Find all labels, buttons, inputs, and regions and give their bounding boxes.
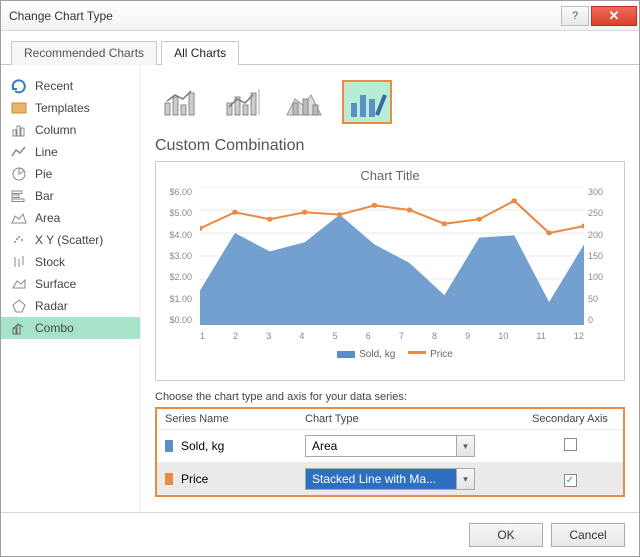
close-button[interactable]: ✕ xyxy=(591,6,637,26)
chart-type-dropdown-sold[interactable]: Area ▾ xyxy=(305,435,475,457)
legend-label: Sold, kg xyxy=(359,349,395,360)
sidebar-item-label: Area xyxy=(35,211,60,225)
area-chart-icon xyxy=(11,210,27,226)
help-icon: ? xyxy=(572,10,578,22)
subtype-stacked-area-column[interactable] xyxy=(281,81,329,123)
recent-icon xyxy=(11,78,27,94)
sidebar-item-radar[interactable]: Radar xyxy=(1,295,140,317)
combo-subtype-icon xyxy=(347,85,387,119)
series-row-sold[interactable]: Sold, kg Area ▾ xyxy=(157,429,623,462)
radar-chart-icon xyxy=(11,298,27,314)
chart-area: $6.00$5.00$4.00$3.00$2.00$1.00$0.00 3002… xyxy=(166,187,614,345)
ok-button[interactable]: OK xyxy=(469,523,543,547)
tab-all-charts[interactable]: All Charts xyxy=(161,41,239,65)
subtype-clustered-column-line[interactable] xyxy=(157,81,205,123)
dialog-body: Recent Templates Column Line Pie Bar Are… xyxy=(1,65,639,512)
combo-subtype-row xyxy=(155,75,625,137)
sidebar-item-label: Pie xyxy=(35,167,52,181)
templates-icon xyxy=(11,100,27,116)
sidebar-item-label: Column xyxy=(35,123,76,137)
sidebar-item-label: Combo xyxy=(35,321,74,335)
sidebar-item-label: Radar xyxy=(35,299,68,313)
bar-chart-icon xyxy=(11,188,27,204)
sidebar-item-label: Line xyxy=(35,145,58,159)
dropdown-value: Stacked Line with Ma... xyxy=(312,472,436,486)
right-y-axis: 300250200150100500 xyxy=(584,187,614,325)
sidebar-item-label: Surface xyxy=(35,277,76,291)
change-chart-type-dialog: { "window": { "title": "Change Chart Typ… xyxy=(0,0,640,557)
chart-legend: Sold, kg Price xyxy=(166,345,614,360)
legend-label: Price xyxy=(430,349,453,360)
x-axis: 123456789101112 xyxy=(200,331,584,341)
sidebar-item-area[interactable]: Area xyxy=(1,207,140,229)
window-title: Change Chart Type xyxy=(9,9,559,23)
sidebar-item-label: Recent xyxy=(35,79,73,93)
left-y-axis: $6.00$5.00$4.00$3.00$2.00$1.00$0.00 xyxy=(166,187,196,325)
sidebar-item-label: Bar xyxy=(35,189,54,203)
series-grid: Series Name Chart Type Secondary Axis So… xyxy=(155,407,625,497)
main-panel: Custom Combination Chart Title $6.00$5.0… xyxy=(141,65,639,512)
chevron-down-icon: ▾ xyxy=(456,469,474,489)
series-grid-header: Series Name Chart Type Secondary Axis xyxy=(157,409,623,429)
sidebar-item-surface[interactable]: Surface xyxy=(1,273,140,295)
sidebar-item-templates[interactable]: Templates xyxy=(1,97,140,119)
sidebar-item-stock[interactable]: Stock xyxy=(1,251,140,273)
help-button[interactable]: ? xyxy=(561,6,589,26)
sidebar-item-line[interactable]: Line xyxy=(1,141,140,163)
sidebar-item-bar[interactable]: Bar xyxy=(1,185,140,207)
series-row-price[interactable]: Price Stacked Line with Ma... ▾ ✓ xyxy=(157,462,623,495)
stock-chart-icon xyxy=(11,254,27,270)
plot-area xyxy=(200,187,584,325)
combo-subtype-icon xyxy=(223,85,263,119)
sidebar-item-label: Templates xyxy=(35,101,90,115)
subtype-clustered-column-line-secondary[interactable] xyxy=(219,81,267,123)
chart-title: Chart Title xyxy=(166,168,614,183)
series-name-label: Sold, kg xyxy=(181,439,224,453)
sidebar-item-recent[interactable]: Recent xyxy=(1,75,140,97)
line-chart-icon xyxy=(11,144,27,160)
surface-chart-icon xyxy=(11,276,27,292)
chevron-down-icon: ▾ xyxy=(456,436,474,456)
dropdown-value: Area xyxy=(312,439,337,453)
legend-swatch-area xyxy=(337,351,355,358)
sidebar-item-pie[interactable]: Pie xyxy=(1,163,140,185)
sidebar-item-scatter[interactable]: X Y (Scatter) xyxy=(1,229,140,251)
pie-chart-icon xyxy=(11,166,27,182)
column-chart-icon xyxy=(11,122,27,138)
subtype-heading: Custom Combination xyxy=(155,137,625,155)
legend-swatch-line xyxy=(408,351,426,354)
sidebar-item-combo[interactable]: Combo xyxy=(1,317,140,339)
close-icon: ✕ xyxy=(609,8,620,24)
sidebar-item-label: X Y (Scatter) xyxy=(35,233,103,247)
col-series-name: Series Name xyxy=(165,413,305,425)
combo-chart-icon xyxy=(11,320,27,336)
series-color-swatch xyxy=(165,440,173,452)
series-name-label: Price xyxy=(181,472,208,486)
series-instruction: Choose the chart type and axis for your … xyxy=(155,391,625,403)
sidebar-item-column[interactable]: Column xyxy=(1,119,140,141)
sidebar-item-label: Stock xyxy=(35,255,65,269)
tab-recommended-charts[interactable]: Recommended Charts xyxy=(11,41,157,65)
col-chart-type: Chart Type xyxy=(305,413,525,425)
cancel-button[interactable]: Cancel xyxy=(551,523,625,547)
col-secondary-axis: Secondary Axis xyxy=(525,413,615,425)
scatter-chart-icon xyxy=(11,232,27,248)
combo-subtype-icon xyxy=(161,85,201,119)
chart-category-sidebar: Recent Templates Column Line Pie Bar Are… xyxy=(1,65,141,512)
series-color-swatch xyxy=(165,473,173,485)
combo-subtype-icon xyxy=(285,85,325,119)
secondary-axis-checkbox-price[interactable]: ✓ xyxy=(564,474,577,487)
chart-preview[interactable]: Chart Title $6.00$5.00$4.00$3.00$2.00$1.… xyxy=(155,161,625,381)
subtype-custom-combination[interactable] xyxy=(343,81,391,123)
tab-bar: Recommended Charts All Charts xyxy=(1,31,639,65)
dialog-footer: OK Cancel xyxy=(1,512,639,556)
titlebar: Change Chart Type ? ✕ xyxy=(1,1,639,31)
secondary-axis-checkbox-sold[interactable] xyxy=(564,438,577,451)
chart-type-dropdown-price[interactable]: Stacked Line with Ma... ▾ xyxy=(305,468,475,490)
